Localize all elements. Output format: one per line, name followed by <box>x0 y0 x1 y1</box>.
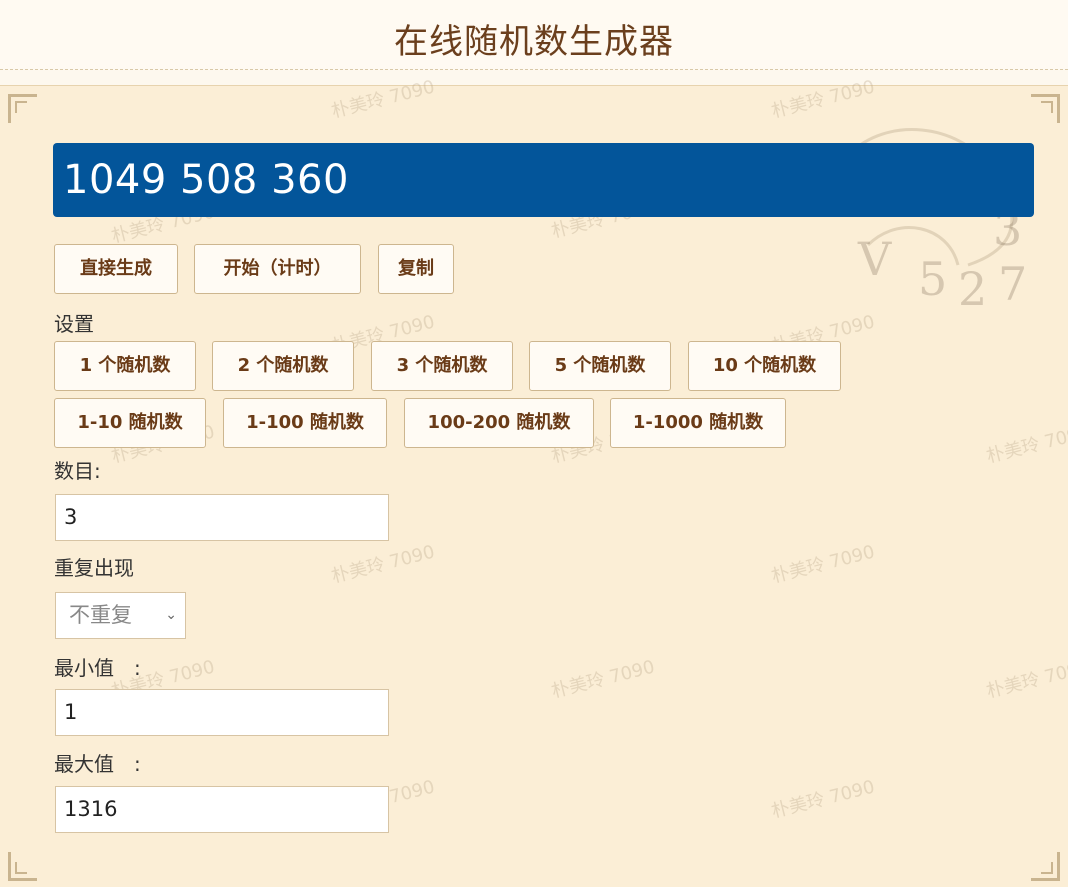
repeat-select-value: 不重复 <box>69 603 132 627</box>
preset-3-random-button[interactable]: 3 个随机数 <box>371 341 513 391</box>
corner-ornament-bottom-right <box>1031 852 1060 881</box>
min-input[interactable]: 1 <box>55 689 389 736</box>
corner-ornament-top-left <box>8 94 37 123</box>
title-bar: 在线随机数生成器 <box>0 0 1068 70</box>
copy-button[interactable]: 复制 <box>378 244 454 294</box>
max-label: 最大值 : <box>54 752 141 776</box>
corner-ornament-top-right <box>1031 94 1060 123</box>
preset-1-10-button[interactable]: 1-10 随机数 <box>54 398 206 448</box>
count-label: 数目: <box>54 459 101 483</box>
page-title: 在线随机数生成器 <box>394 22 674 62</box>
preset-1-1000-button[interactable]: 1-1000 随机数 <box>610 398 786 448</box>
count-input[interactable]: 3 <box>55 494 389 541</box>
repeat-label: 重复出现 <box>54 556 134 580</box>
direct-generate-button[interactable]: 直接生成 <box>54 244 178 294</box>
start-timed-button[interactable]: 开始（计时） <box>194 244 361 294</box>
preset-2-random-button[interactable]: 2 个随机数 <box>212 341 354 391</box>
preset-1-random-button[interactable]: 1 个随机数 <box>54 341 196 391</box>
preset-100-200-button[interactable]: 100-200 随机数 <box>404 398 594 448</box>
repeat-select[interactable]: 不重复 ⌄ <box>55 592 186 639</box>
preset-1-100-button[interactable]: 1-100 随机数 <box>223 398 387 448</box>
settings-label: 设置 <box>54 312 94 336</box>
preset-5-random-button[interactable]: 5 个随机数 <box>529 341 671 391</box>
preset-10-random-button[interactable]: 10 个随机数 <box>688 341 841 391</box>
max-input[interactable]: 1316 <box>55 786 389 833</box>
min-label: 最小值 : <box>54 656 141 680</box>
corner-ornament-bottom-left <box>8 852 37 881</box>
chevron-down-icon: ⌄ <box>165 607 177 623</box>
result-display: 1049 508 360 <box>53 143 1034 217</box>
